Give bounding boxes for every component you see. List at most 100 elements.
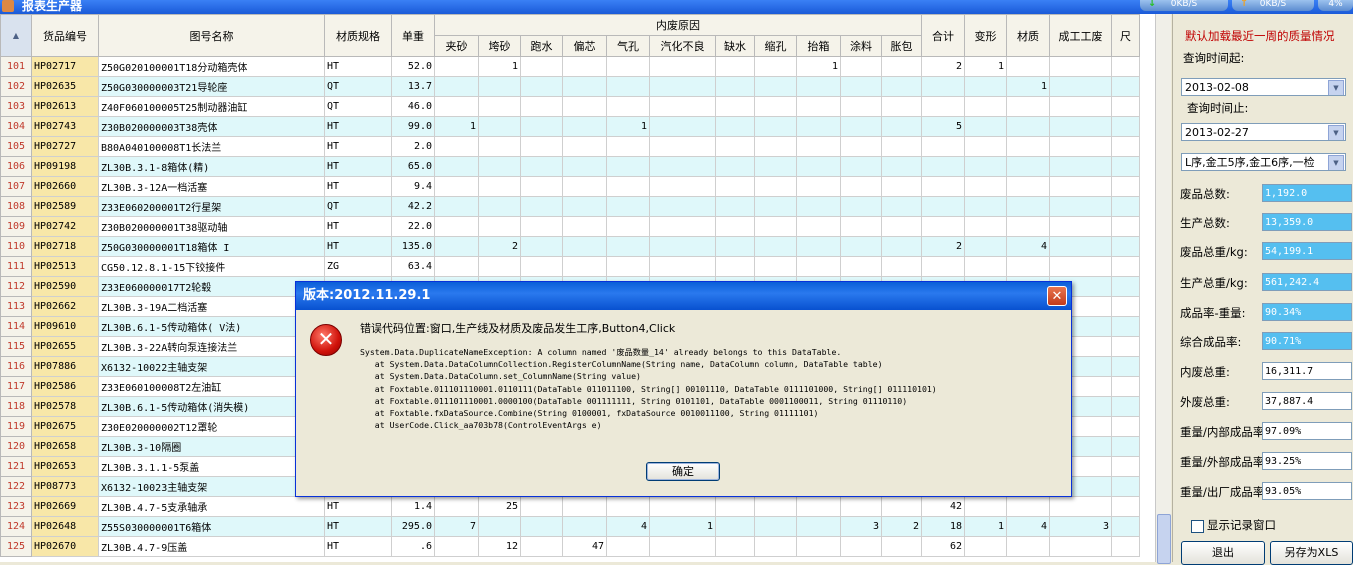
- row-number[interactable]: 112: [0, 276, 32, 297]
- cell-cause[interactable]: [881, 496, 922, 517]
- cell-cause[interactable]: [520, 536, 563, 557]
- cell-cause[interactable]: [606, 136, 650, 157]
- cell-cause[interactable]: [434, 216, 479, 237]
- cell-extra[interactable]: [1111, 356, 1140, 377]
- cell-material[interactable]: HT: [324, 176, 392, 197]
- header-cause[interactable]: 胀包: [881, 35, 922, 57]
- header-extra-0[interactable]: 变形: [964, 14, 1007, 57]
- row-number[interactable]: 121: [0, 456, 32, 477]
- row-number[interactable]: 124: [0, 516, 32, 537]
- cell-code[interactable]: HP02675: [31, 416, 99, 437]
- cell-cause[interactable]: [754, 256, 797, 277]
- cell-name[interactable]: Z33E060200001T2行星架: [98, 196, 325, 217]
- header-weight[interactable]: 单重: [391, 14, 435, 57]
- cell-cause[interactable]: [754, 536, 797, 557]
- cell-cause[interactable]: [881, 236, 922, 257]
- cell-cause[interactable]: [562, 176, 607, 197]
- cell-name[interactable]: ZL30B.3-19A二档活塞: [98, 296, 325, 317]
- header-cause[interactable]: 垮砂: [478, 35, 521, 57]
- cell-extra[interactable]: [1006, 156, 1050, 177]
- row-number[interactable]: 114: [0, 316, 32, 337]
- row-number[interactable]: 102: [0, 76, 32, 97]
- cell-cause[interactable]: 1: [606, 116, 650, 137]
- cell-total[interactable]: [921, 156, 965, 177]
- process-select[interactable]: L序,金工5序,金工6序,一检 ▼: [1181, 153, 1346, 171]
- cell-code[interactable]: HP02670: [31, 536, 99, 557]
- cell-cause[interactable]: [478, 156, 521, 177]
- cell-extra[interactable]: [964, 96, 1007, 117]
- row-number[interactable]: 106: [0, 156, 32, 177]
- row-number[interactable]: 122: [0, 476, 32, 497]
- cell-cause[interactable]: [562, 76, 607, 97]
- cell-code[interactable]: HP09198: [31, 156, 99, 177]
- cell-weight[interactable]: 1.4: [391, 496, 435, 517]
- show-log-checkbox[interactable]: [1191, 520, 1204, 533]
- cell-material[interactable]: HT: [324, 236, 392, 257]
- cell-cause[interactable]: [562, 136, 607, 157]
- stat-value[interactable]: 97.09%: [1262, 422, 1352, 440]
- header-cause[interactable]: 偏芯: [562, 35, 607, 57]
- cell-extra[interactable]: [1111, 256, 1140, 277]
- cell-cause[interactable]: [520, 516, 563, 537]
- cell-cause[interactable]: [562, 256, 607, 277]
- table-row[interactable]: 102 HP02635 Z50G030000003T21导轮座 QT 13.7 1: [0, 76, 1140, 97]
- cell-extra[interactable]: [964, 136, 1007, 157]
- cell-material[interactable]: HT: [324, 56, 392, 77]
- cell-extra[interactable]: [1111, 376, 1140, 397]
- table-row[interactable]: 104 HP02743 Z30B020000003T38壳体 HT 99.0 1 1 5: [0, 116, 1140, 137]
- cell-cause[interactable]: [715, 56, 755, 77]
- cell-extra[interactable]: [1049, 76, 1112, 97]
- cell-cause[interactable]: [840, 496, 882, 517]
- cell-code[interactable]: HP02742: [31, 216, 99, 237]
- chevron-down-icon[interactable]: ▼: [1328, 80, 1344, 95]
- cell-cause[interactable]: [434, 196, 479, 217]
- cell-cause[interactable]: [562, 236, 607, 257]
- cell-name[interactable]: B80A040100008T1长法兰: [98, 136, 325, 157]
- cell-cause[interactable]: [881, 216, 922, 237]
- cell-weight[interactable]: 22.0: [391, 216, 435, 237]
- exit-button[interactable]: 退出: [1181, 541, 1265, 565]
- header-extra-2[interactable]: 成工工废: [1049, 14, 1112, 57]
- table-row[interactable]: 101 HP02717 Z50G020100001T18分动箱壳体 HT 52.0 1 1 2…: [0, 56, 1140, 77]
- cell-cause[interactable]: [715, 256, 755, 277]
- cell-cause[interactable]: [881, 96, 922, 117]
- cell-cause[interactable]: [754, 96, 797, 117]
- cell-cause[interactable]: [754, 496, 797, 517]
- cell-extra[interactable]: [1111, 116, 1140, 137]
- cell-code[interactable]: HP02648: [31, 516, 99, 537]
- cell-code[interactable]: HP02743: [31, 116, 99, 137]
- cell-cause[interactable]: [754, 216, 797, 237]
- stat-value[interactable]: 1,192.0: [1262, 184, 1352, 202]
- cell-extra[interactable]: [1111, 536, 1140, 557]
- cell-cause[interactable]: [606, 236, 650, 257]
- cell-extra[interactable]: [1049, 96, 1112, 117]
- cell-extra[interactable]: [1006, 496, 1050, 517]
- cell-extra[interactable]: [964, 156, 1007, 177]
- cell-code[interactable]: HP02513: [31, 256, 99, 277]
- cell-extra[interactable]: [1049, 196, 1112, 217]
- cell-material[interactable]: HT: [324, 136, 392, 157]
- close-icon[interactable]: ✕: [1047, 286, 1067, 306]
- cell-name[interactable]: Z50G030000001T18箱体 I: [98, 236, 325, 257]
- cell-cause[interactable]: [715, 216, 755, 237]
- cell-code[interactable]: HP02578: [31, 396, 99, 417]
- cell-cause[interactable]: [520, 156, 563, 177]
- cell-cause[interactable]: [649, 116, 716, 137]
- cell-material[interactable]: HT: [324, 496, 392, 517]
- stat-value[interactable]: 37,887.4: [1262, 392, 1352, 410]
- cell-cause[interactable]: [796, 216, 841, 237]
- cell-cause[interactable]: [562, 56, 607, 77]
- cell-cause[interactable]: [520, 56, 563, 77]
- header-cause[interactable]: 涂料: [840, 35, 882, 57]
- header-total[interactable]: 合计: [921, 14, 965, 57]
- cell-cause[interactable]: 1: [478, 56, 521, 77]
- cell-weight[interactable]: 9.4: [391, 176, 435, 197]
- stat-value[interactable]: 54,199.1: [1262, 242, 1352, 260]
- cell-total[interactable]: [921, 216, 965, 237]
- row-number[interactable]: 103: [0, 96, 32, 117]
- cell-code[interactable]: HP02658: [31, 436, 99, 457]
- cell-extra[interactable]: 3: [1049, 516, 1112, 537]
- cell-weight[interactable]: 42.2: [391, 196, 435, 217]
- row-number[interactable]: 105: [0, 136, 32, 157]
- cell-extra[interactable]: 4: [1006, 516, 1050, 537]
